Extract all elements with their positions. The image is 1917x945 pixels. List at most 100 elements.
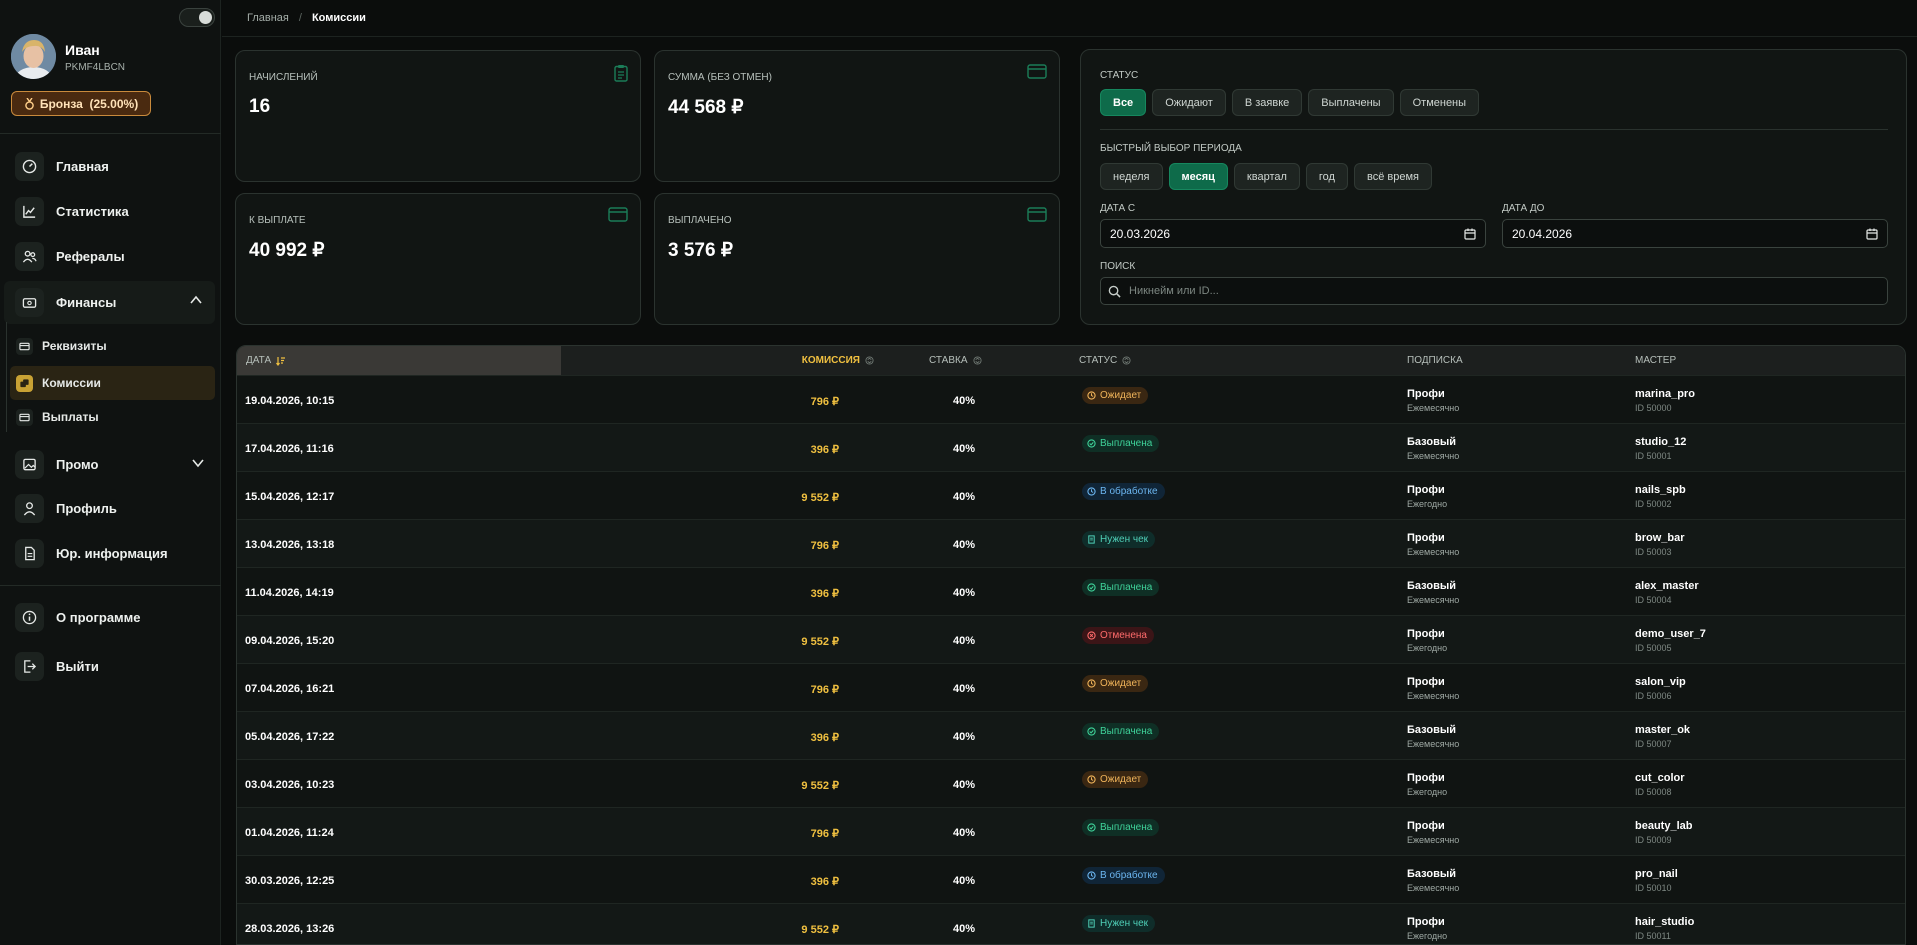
theme-toggle[interactable] xyxy=(179,8,215,27)
sort-icon xyxy=(1122,356,1131,365)
subscription-period: Ежегодно xyxy=(1407,643,1448,653)
stat-label: СУММА (БЕЗ ОТМЕН) xyxy=(668,72,772,83)
table-header: ДАТА КОМИССИЯ СТАВКА СТАТУС ПОДПИСКА МАС… xyxy=(237,346,1905,375)
status-label: Отменена xyxy=(1100,630,1147,641)
status-chip-requested[interactable]: В заявке xyxy=(1231,89,1303,116)
column-header-rate[interactable]: СТАВКА xyxy=(929,346,982,375)
table-row[interactable]: 28.03.2026, 13:26 9 552 ₽ 40% Нужен чек Проф… xyxy=(237,903,1905,944)
sidebar-divider xyxy=(0,133,221,134)
cell-rate: 40% xyxy=(952,491,976,503)
chevron-up-icon[interactable] xyxy=(189,293,203,307)
master-name[interactable]: alex_master xyxy=(1635,580,1699,592)
subscription-period: Ежемесячно xyxy=(1407,691,1460,701)
status-chip-all[interactable]: Все xyxy=(1100,89,1147,116)
cell-subscription: Базовый Ежемесячно xyxy=(1407,724,1459,749)
calendar-icon[interactable] xyxy=(1464,228,1476,240)
breadcrumb-home[interactable]: Главная xyxy=(247,12,289,24)
sidebar-item-logout[interactable]: Выйти xyxy=(0,646,221,686)
sidebar-item-about[interactable]: О программе xyxy=(0,597,221,637)
period-chip-year[interactable]: год xyxy=(1305,163,1348,190)
sidebar-item-label: Выйти xyxy=(56,658,99,674)
date-to-input[interactable]: 20.04.2026 xyxy=(1502,219,1888,248)
breadcrumb-separator: / xyxy=(298,12,302,24)
sidebar-subitem-label: Выплаты xyxy=(42,410,99,424)
period-chip-week[interactable]: неделя xyxy=(1100,163,1163,190)
cell-commission: 796 ₽ xyxy=(810,684,839,696)
master-name[interactable]: salon_vip xyxy=(1635,676,1686,688)
table-row[interactable]: 01.04.2026, 11:24 796 ₽ 40% Выплачена Профи Е… xyxy=(237,807,1905,855)
sidebar-subitem-commissions[interactable]: Комиссии xyxy=(10,366,215,400)
master-name[interactable]: demo_user_7 xyxy=(1635,628,1706,640)
column-header-status[interactable]: СТАТУС xyxy=(1079,346,1131,375)
master-id: ID 50005 xyxy=(1635,643,1672,653)
cell-rate: 40% xyxy=(952,731,976,743)
table-row[interactable]: 03.04.2026, 10:23 9 552 ₽ 40% Ожидает Профи Е… xyxy=(237,759,1905,807)
period-chip-month[interactable]: месяц xyxy=(1168,163,1228,190)
clock-icon xyxy=(1087,775,1096,784)
master-name[interactable]: hair_studio xyxy=(1635,916,1694,928)
cell-date: 19.04.2026, 10:15 xyxy=(245,395,335,407)
table-row[interactable]: 11.04.2026, 14:19 396 ₽ 40% Выплачена Базовы… xyxy=(237,567,1905,615)
column-header-date[interactable]: ДАТА xyxy=(246,346,286,375)
master-name[interactable]: beauty_lab xyxy=(1635,820,1692,832)
sidebar-item-referrals[interactable]: Рефералы xyxy=(0,236,221,276)
rank-badge[interactable]: Бронза (25.00%) xyxy=(11,91,151,116)
subscription-plan: Базовый xyxy=(1407,580,1456,592)
sidebar-item-profile[interactable]: Профиль xyxy=(0,488,221,528)
status-chip-cancelled[interactable]: Отменены xyxy=(1399,89,1480,116)
sidebar-subitem-requisites[interactable]: Реквизиты xyxy=(10,329,215,363)
sidebar-item-stats[interactable]: Статистика xyxy=(0,191,221,231)
master-id: ID 50004 xyxy=(1635,595,1672,605)
sidebar-item-promo[interactable]: Промо xyxy=(0,444,221,484)
app-root: Иван PKMF4LBCN Бронза (25.00%) Главная С… xyxy=(0,0,1917,945)
card-icon xyxy=(16,337,33,355)
column-header-commission[interactable]: КОМИССИЯ xyxy=(758,346,874,375)
check-circle-icon xyxy=(1087,583,1096,592)
table-row[interactable]: 19.04.2026, 10:15 796 ₽ 40% Ожидает Профи Еже… xyxy=(237,375,1905,423)
avatar[interactable] xyxy=(11,34,56,79)
cell-date: 09.04.2026, 15:20 xyxy=(245,635,335,647)
master-name[interactable]: pro_nail xyxy=(1635,868,1678,880)
sidebar-item-legal[interactable]: Юр. информация xyxy=(0,533,221,573)
master-id: ID 50003 xyxy=(1635,547,1672,557)
status-label: Выплачена xyxy=(1100,822,1153,833)
cell-subscription: Профи Ежегодно xyxy=(1407,484,1447,509)
table-row[interactable]: 13.04.2026, 13:18 796 ₽ 40% Нужен чек Профи Е… xyxy=(237,519,1905,567)
table-row[interactable]: 09.04.2026, 15:20 9 552 ₽ 40% Отменена Профи… xyxy=(237,615,1905,663)
table-row[interactable]: 30.03.2026, 12:25 396 ₽ 40% В обработке Базо… xyxy=(237,855,1905,903)
subscription-plan: Профи xyxy=(1407,388,1445,400)
chevron-down-icon[interactable] xyxy=(191,456,205,470)
sidebar-item-label: Промо xyxy=(56,456,99,472)
cell-rate: 40% xyxy=(952,443,976,455)
period-chip-quarter[interactable]: квартал xyxy=(1233,163,1300,190)
table-row[interactable]: 15.04.2026, 12:17 9 552 ₽ 40% В обработке Пр… xyxy=(237,471,1905,519)
sidebar-subitem-payouts[interactable]: Выплаты xyxy=(10,400,215,434)
master-name[interactable]: studio_12 xyxy=(1635,436,1686,448)
status-chip-pending[interactable]: Ожидают xyxy=(1152,89,1226,116)
master-name[interactable]: brow_bar xyxy=(1635,532,1685,544)
sidebar-item-finance[interactable]: Финансы xyxy=(4,281,215,324)
cell-commission: 396 ₽ xyxy=(810,588,839,600)
master-name[interactable]: cut_color xyxy=(1635,772,1685,784)
master-name[interactable]: nails_spb xyxy=(1635,484,1686,496)
cell-rate: 40% xyxy=(952,875,976,887)
sidebar-divider xyxy=(0,585,221,586)
cell-master: brow_bar ID 50003 xyxy=(1635,532,1685,557)
period-chip-all-time[interactable]: всё время xyxy=(1353,163,1432,190)
check-circle-icon xyxy=(1087,823,1096,832)
wallet-card-icon xyxy=(608,207,628,222)
sidebar-item-label: Главная xyxy=(56,158,109,174)
date-from-input[interactable]: 20.03.2026 xyxy=(1100,219,1486,248)
search-input[interactable]: Никнейм или ID... xyxy=(1100,277,1888,305)
status-filter-group: Все Ожидают В заявке Выплачены Отменены xyxy=(1100,89,1480,116)
date-from-value: 20.03.2026 xyxy=(1110,226,1171,241)
master-name[interactable]: master_ok xyxy=(1635,724,1690,736)
calendar-icon[interactable] xyxy=(1866,228,1878,240)
table-row[interactable]: 05.04.2026, 17:22 396 ₽ 40% Выплачена Базовы… xyxy=(237,711,1905,759)
master-name[interactable]: marina_pro xyxy=(1635,388,1695,400)
column-header-master: МАСТЕР xyxy=(1635,346,1676,375)
table-row[interactable]: 17.04.2026, 11:16 396 ₽ 40% Выплачена Базовы… xyxy=(237,423,1905,471)
status-chip-paid[interactable]: Выплачены xyxy=(1308,89,1394,116)
table-row[interactable]: 07.04.2026, 16:21 796 ₽ 40% Ожидает Профи Еже… xyxy=(237,663,1905,711)
sidebar-item-home[interactable]: Главная xyxy=(0,146,221,186)
